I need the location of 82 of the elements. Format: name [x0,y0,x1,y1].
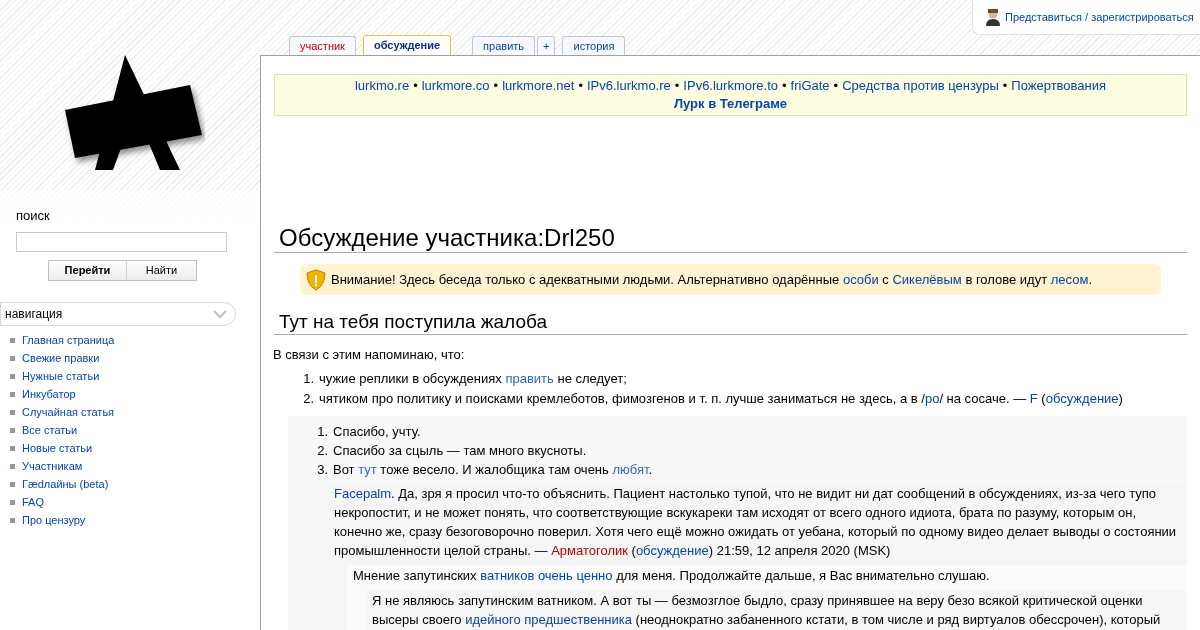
nav-link[interactable]: Гædлайны (beta) [22,476,109,493]
link[interactable]: обсуждение [635,543,709,558]
separator-text: • [832,77,840,95]
list-number: 1. [316,423,328,441]
page-title: Обсуждение участника:Drl250 [274,224,1187,253]
link[interactable]: править [505,371,554,386]
banner-link[interactable]: lurkmore.co [421,77,490,95]
bullet-icon [10,482,15,487]
link[interactable]: Арматоголик [551,543,628,558]
list-number: 2. [316,442,328,460]
user-icon [985,8,1001,26]
tab[interactable]: обсуждение [362,35,452,55]
search-field[interactable] [16,231,227,252]
bullet-icon [10,500,15,505]
banner-link[interactable]: friGate [790,77,830,95]
intro-text: В связи с этим напоминаю, что: [273,346,466,364]
search-title: поиск [16,207,51,225]
nav-link[interactable]: Все статьи [22,422,78,439]
nav-link[interactable]: Участникам [22,458,83,475]
login-link[interactable]: Представиться / зарегистрироваться [1005,8,1194,26]
section-heading: Тут на тебя поступила жалоба [274,310,1187,335]
separator-text: • [673,77,681,95]
comment-text: Facepalm. Да, зря я просил что-то объяснить. Пациент настолько тупой, что не видит ни дат сообщений в обсуждениях, из-за чего тупо некропостит, и не может понять, что соответствующие вскукареки там исходят от всего одного идиота, брата по разуму, которым он, конечно же, сразу безоговорочно поверил. Хотя чего ещё можно ожидать от уебана, который по одному видео делает выводы о состоянии промышленности целой страны. — Арматоголик (обсуждение) 21:59, 12 апреля 2020 (MSK) [334,485,1178,560]
bullet-icon [10,464,15,469]
link[interactable]: любят [612,462,649,477]
chevron-icon [213,308,227,319]
link[interactable]: po [924,391,940,406]
banner-link[interactable]: lurkmo.re [354,77,410,95]
warning-shield-icon [306,268,326,291]
banner-link[interactable]: IPv6.lurkmo.re [587,77,671,95]
nav-link[interactable]: Свежие правки [22,350,100,367]
link[interactable]: тут [358,462,377,477]
list-item-text: чятиком про политику и поисками кремлеботов, фимозгенов и т. п. лучше заниматься не здесь, а в /po/ на сосаче. — F (обсуждение) [319,390,1123,408]
list-number: 2. [302,390,314,408]
bullet-icon [10,338,15,343]
banner-link[interactable]: Пожертвования [1011,77,1107,95]
separator-text: • [781,77,788,95]
link[interactable]: F [1029,391,1038,406]
nav-link[interactable]: Случайная статья [22,404,115,421]
find-button[interactable]: Найти [127,260,196,280]
nav-link[interactable]: Инкубатор [22,386,76,403]
link[interactable]: Сикелёвым [892,271,962,287]
nav-link[interactable]: Про цензуру [22,512,86,529]
go-button[interactable]: Перейти [49,260,127,280]
banner-link[interactable]: Средства против цензуры [842,77,999,95]
nav-link[interactable]: Новые статьи [22,440,93,457]
nav-link[interactable]: Нужные статьи [22,368,100,385]
banner-link[interactable]: lurkmore.net [502,77,575,95]
separator-text: • [492,77,500,95]
comment-text: Мнение запутинских ватников очень ценно для меня. Продолжайте дальше, я Вас внимательно слушаю. [353,567,991,585]
separator-text: • [1001,77,1009,95]
nav-link[interactable]: FAQ [22,494,44,511]
nav-title: навигация [5,305,63,323]
list-number: 1. [302,370,314,388]
bullet-icon [10,446,15,451]
list-item-text: Спасибо, учту. [333,423,421,441]
tab[interactable]: история [562,36,626,55]
link[interactable]: обсуждение [1045,391,1119,406]
bullet-icon [10,410,15,415]
bullet-icon [10,428,15,433]
link[interactable]: идейного предшественника [465,612,632,627]
link[interactable]: ватников очень ценно [480,568,613,583]
separator-text: • [412,77,419,95]
comment-text: Я не являюсь запутинским ватником. А вот ты — безмозглое быдло, сразу принявшее на веру безо всякой критической оценки высеры своего идейного предшественника (неоднократно забаненного кстати, в том числе и ряд виртуалов обессрочен), который [372,592,1162,629]
banner-link[interactable]: IPv6.lurkmore.to [683,77,778,95]
separator-text: • [577,77,584,95]
telegram-link[interactable]: Лурк в Телеграме [673,96,788,111]
list-item-text: чужие реплики в обсуждениях править не следует; [319,370,627,388]
link[interactable]: особи [842,271,879,287]
list-item-text: Вот тут тоже весело. И жалобщика там очень любят. [333,461,653,479]
tab[interactable]: + [537,36,556,55]
nav-link[interactable]: Главная страница [22,332,115,349]
tab[interactable]: править [472,36,536,55]
bullet-icon [10,374,15,379]
tab[interactable]: участник [289,36,356,55]
bullet-icon [10,518,15,523]
nav-header[interactable]: навигация [0,301,236,326]
list-number: 3. [316,461,328,479]
list-item-text: Спасибо за сцыль — там много вкусноты. [333,442,587,460]
bullet-icon [10,392,15,397]
warning-text: Внимание! Здесь беседа только с адекватными людьми. Альтернативно одарённые особи с Сикелёвым в голове идут лесом. [331,270,1093,289]
bullet-icon [10,356,15,361]
